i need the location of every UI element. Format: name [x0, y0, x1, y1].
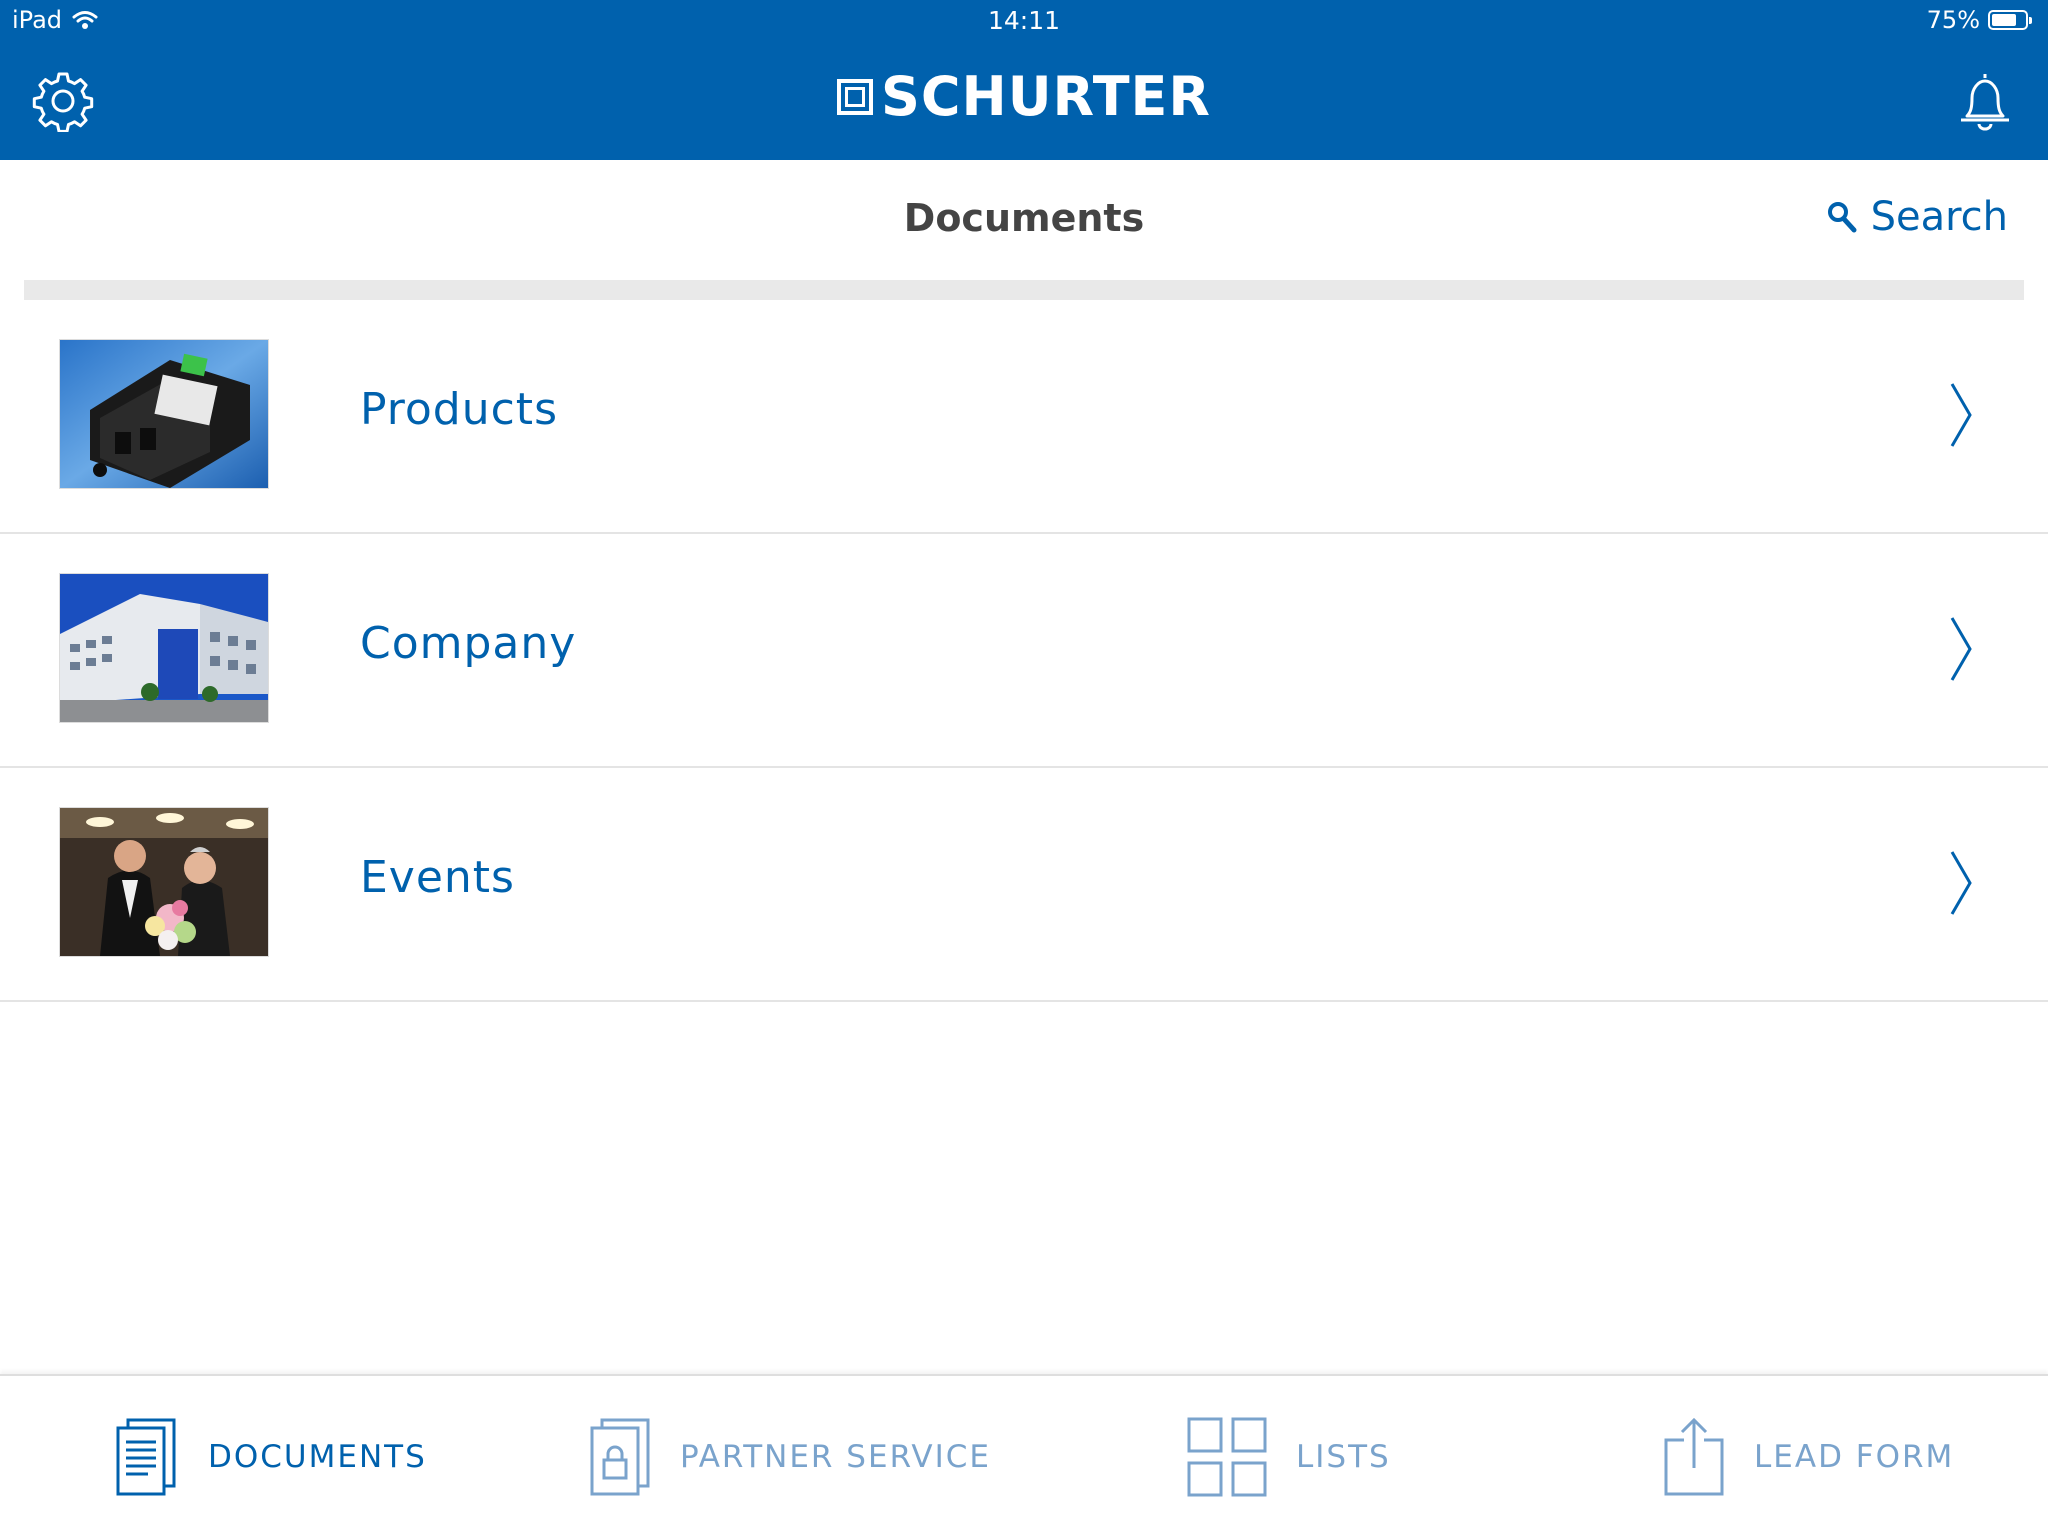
- grid-icon: [1187, 1417, 1267, 1497]
- tab-label: PARTNER SERVICE: [680, 1439, 991, 1475]
- bell-icon: [1961, 74, 2009, 131]
- list-item-label: Products: [360, 384, 558, 435]
- tab-lists[interactable]: LISTS: [1186, 1376, 1391, 1538]
- list-item-products[interactable]: Products: [0, 300, 2048, 534]
- share-upload-icon: [1664, 1417, 1724, 1496]
- tab-documents[interactable]: DOCUMENTS: [114, 1376, 427, 1538]
- document-category-list: Products Company Events: [0, 300, 2048, 1002]
- chevron-right-icon: [1950, 383, 1972, 447]
- section-divider: [24, 280, 2024, 300]
- status-battery: 75%: [1926, 6, 2032, 34]
- bottom-tab-bar: DOCUMENTS PARTNER SERVICE LISTS LEAD FOR…: [0, 1374, 2048, 1538]
- tab-partner-service[interactable]: PARTNER SERVICE: [588, 1376, 991, 1538]
- chevron-right-icon: [1950, 617, 1972, 681]
- battery-fill: [1992, 14, 2016, 26]
- brand-name: SCHURTER: [880, 65, 1212, 128]
- notifications-button[interactable]: [1950, 66, 2020, 136]
- brand-logo: SCHURTER: [0, 70, 2048, 124]
- app-header: iPad 14:11 75% SCHURTER: [0, 0, 2048, 160]
- event-photo: [60, 808, 268, 956]
- page-title: Documents: [903, 196, 1145, 240]
- battery-icon: [1988, 10, 2032, 30]
- tab-label: LISTS: [1296, 1439, 1391, 1475]
- product-photo: [60, 340, 268, 488]
- tab-label: LEAD FORM: [1754, 1439, 1955, 1475]
- lock-document-icon: [590, 1418, 650, 1496]
- list-item-label: Company: [360, 618, 577, 669]
- battery-percentage: 75%: [1926, 6, 1980, 34]
- search-label: Search: [1870, 194, 2008, 240]
- list-item-company[interactable]: Company: [0, 534, 2048, 768]
- search-icon: [1827, 202, 1857, 233]
- logo-mark-icon: [836, 79, 873, 115]
- building-photo: [60, 574, 268, 722]
- list-item-events[interactable]: Events: [0, 768, 2048, 1002]
- documents-icon: [116, 1418, 176, 1496]
- tab-lead-form[interactable]: LEAD FORM: [1662, 1376, 1954, 1538]
- documents-toolbar: Documents Search: [0, 160, 2048, 280]
- chevron-right-icon: [1950, 851, 1972, 915]
- list-item-label: Events: [360, 852, 515, 903]
- search-button[interactable]: Search: [1827, 194, 2008, 240]
- status-time: 14:11: [987, 6, 1061, 35]
- tab-label: DOCUMENTS: [208, 1439, 427, 1475]
